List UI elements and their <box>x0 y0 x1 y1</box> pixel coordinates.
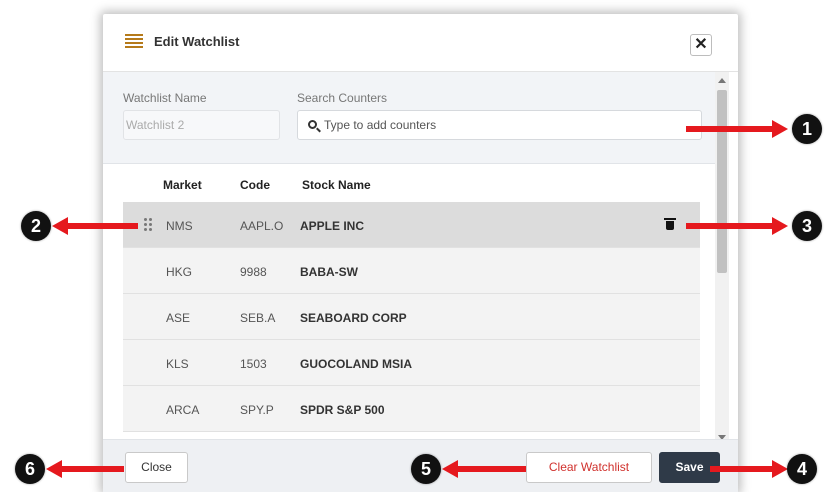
row-code: AAPL.O <box>240 219 284 233</box>
search-placeholder: Type to add counters <box>324 118 437 132</box>
row-code: 9988 <box>240 265 267 279</box>
table-row[interactable]: ARCA SPY.P SPDR S&P 500 <box>123 386 700 432</box>
search-counters-label: Search Counters <box>297 91 388 105</box>
table-row[interactable]: ASE SEB.A SEABOARD CORP <box>123 294 700 340</box>
table-row[interactable]: HKG 9988 BABA-SW <box>123 248 700 294</box>
row-stock-name: GUOCOLAND MSIA <box>300 357 412 371</box>
row-stock-name: SPDR S&P 500 <box>300 403 385 417</box>
callout-badge: 3 <box>792 211 822 241</box>
callout-badge: 5 <box>411 454 441 484</box>
row-stock-name: BABA-SW <box>300 265 358 279</box>
callout-badge: 2 <box>21 211 51 241</box>
callout-badge: 1 <box>792 114 822 144</box>
row-code: 1503 <box>240 357 267 371</box>
column-header-market: Market <box>163 178 202 192</box>
column-header-stock-name: Stock Name <box>302 178 371 192</box>
dialog-title: Edit Watchlist <box>154 34 240 49</box>
callout-arrow <box>46 460 124 478</box>
watchlist-form: Watchlist Name Search Counters Watchlist… <box>103 72 715 164</box>
menu-lines-icon <box>125 34 143 48</box>
close-dialog-button[interactable]: ✕ <box>690 34 712 56</box>
scrollbar-thumb[interactable] <box>717 90 727 273</box>
column-header-code: Code <box>240 178 270 192</box>
screenshot-stage: Edit Watchlist ✕ Watchlist Name Search C… <box>0 0 825 492</box>
search-icon <box>308 120 317 129</box>
watchlist-rows: NMS AAPL.O APPLE INC HKG 9988 BABA-SW AS… <box>123 202 700 432</box>
row-stock-name: APPLE INC <box>300 219 365 233</box>
drag-handle-icon[interactable] <box>144 218 153 233</box>
row-code: SPY.P <box>240 403 274 417</box>
callout-arrow <box>442 460 526 478</box>
callout-badge: 6 <box>15 454 45 484</box>
row-market: NMS <box>166 219 193 233</box>
row-market: KLS <box>166 357 189 371</box>
callout-arrow <box>52 217 138 235</box>
callout-arrow <box>686 120 788 138</box>
table-row[interactable]: KLS 1503 GUOCOLAND MSIA <box>123 340 700 386</box>
watchlist-name-label: Watchlist Name <box>123 91 207 105</box>
callout-badge: 4 <box>787 454 817 484</box>
row-code: SEB.A <box>240 311 276 325</box>
table-row[interactable]: NMS AAPL.O APPLE INC <box>123 202 700 248</box>
watchlist-name-input[interactable]: Watchlist 2 <box>123 110 280 140</box>
trash-icon[interactable] <box>664 218 676 230</box>
dialog-header: Edit Watchlist ✕ <box>103 14 738 72</box>
search-counters-input[interactable]: Type to add counters <box>297 110 702 140</box>
row-stock-name: SEABOARD CORP <box>300 311 407 325</box>
edit-watchlist-dialog: Edit Watchlist ✕ Watchlist Name Search C… <box>103 14 738 492</box>
callout-arrow <box>710 460 788 478</box>
row-market: ARCA <box>166 403 200 417</box>
clear-watchlist-button[interactable]: Clear Watchlist <box>526 452 652 483</box>
close-button[interactable]: Close <box>125 452 188 483</box>
row-market: HKG <box>166 265 193 279</box>
callout-arrow <box>686 217 788 235</box>
scroll-up-icon[interactable] <box>718 78 726 83</box>
row-market: ASE <box>166 311 191 325</box>
